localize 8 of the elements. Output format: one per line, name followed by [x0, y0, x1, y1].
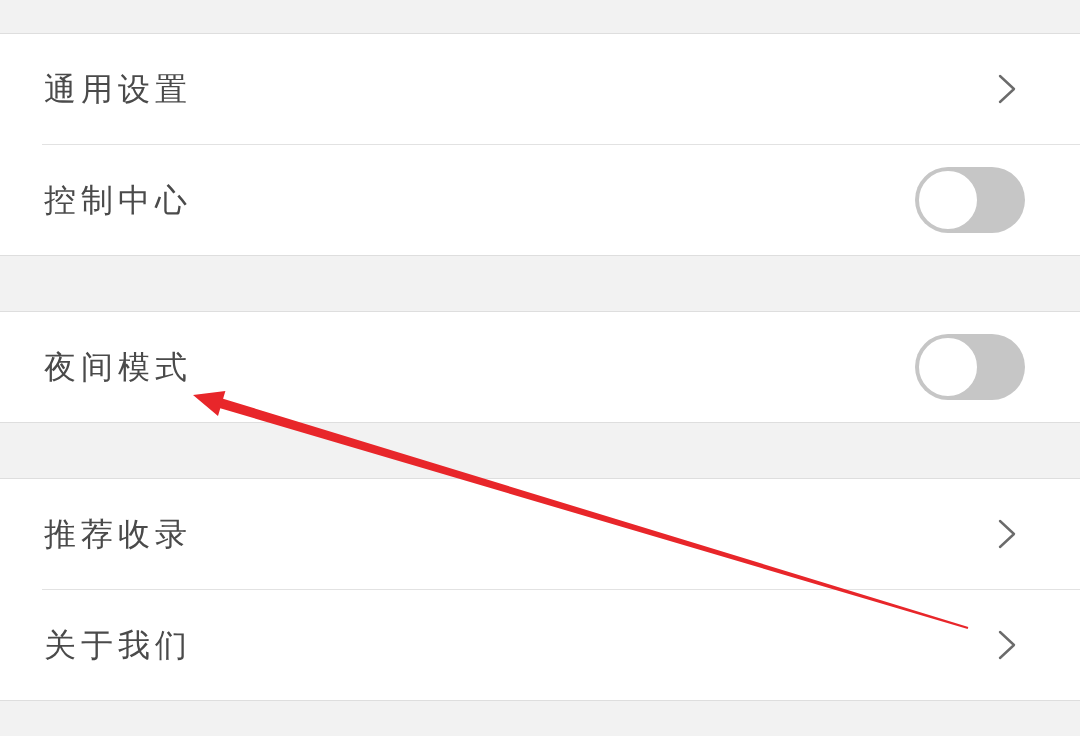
- setting-label: 通用设置: [44, 69, 192, 109]
- chevron-right-icon[interactable]: [998, 74, 1016, 104]
- setting-label: 夜间模式: [44, 347, 192, 387]
- setting-label: 关于我们: [44, 625, 192, 665]
- setting-label: 控制中心: [44, 180, 192, 220]
- chevron-right-icon[interactable]: [998, 630, 1016, 660]
- chevron-right-icon[interactable]: [998, 519, 1016, 549]
- setting-label: 推荐收录: [44, 514, 192, 554]
